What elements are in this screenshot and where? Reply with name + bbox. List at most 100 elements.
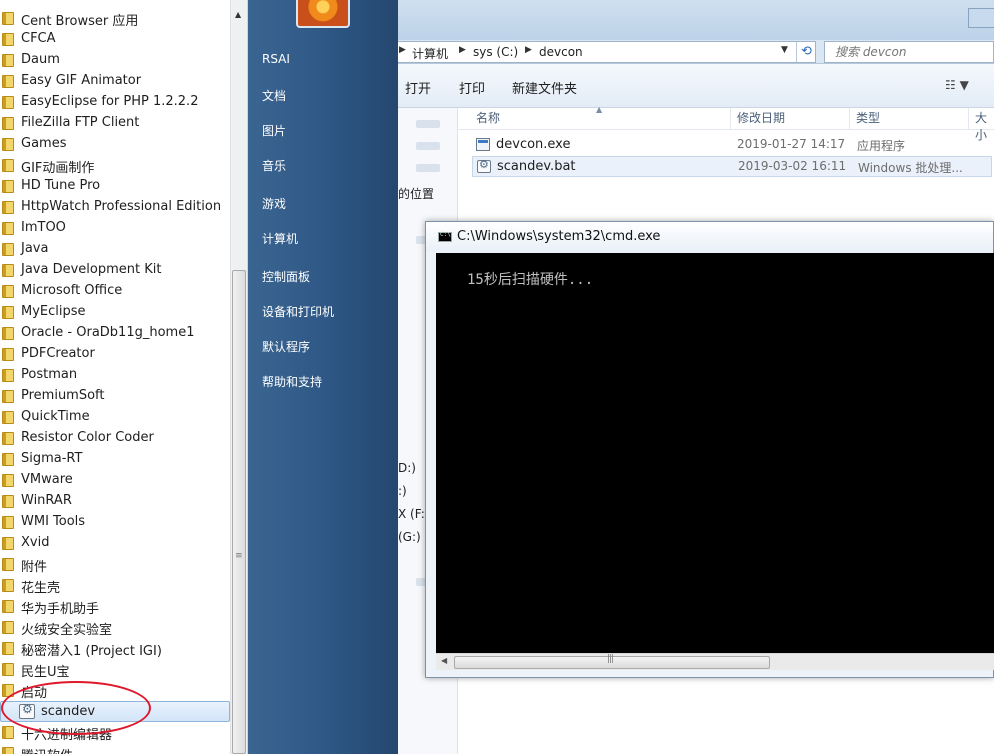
right-pane-documents[interactable]: 文档 [262,87,286,104]
column-type[interactable]: 类型 [856,109,880,126]
program-folder[interactable]: 腾讯软件 [0,743,230,754]
right-pane-default-programs[interactable]: 默认程序 [262,338,310,355]
column-date-modified[interactable]: 修改日期 [737,109,785,126]
nav-item-blurred[interactable] [416,142,440,150]
breadcrumb-separator-icon: ▶ [459,45,466,55]
program-folder[interactable]: Daum [0,50,230,71]
program-folder[interactable]: WMI Tools [0,512,230,533]
program-folder[interactable]: Microsoft Office [0,281,230,302]
address-bar[interactable]: ▶ 计算机 ▶ sys (C:) ▶ devcon ▼ ⟲ [392,41,816,63]
program-folder[interactable]: 火绒安全实验室 [0,617,230,638]
address-history-dropdown-icon[interactable]: ▼ [781,45,788,55]
new-folder-button[interactable]: 新建文件夹 [512,78,577,97]
breadcrumb-computer[interactable]: 计算机 [412,45,448,62]
minimize-button[interactable] [968,8,994,28]
nav-item-drive-e[interactable]: :) [398,484,407,498]
program-folder[interactable]: HD Tune Pro [0,176,230,197]
cmd-titlebar[interactable]: C:\Windows\system32\cmd.exe [426,222,993,252]
sort-ascending-icon: ▲ [596,105,603,114]
program-label: Xvid [21,535,50,550]
right-pane-user[interactable]: RSAI [262,52,290,66]
program-folder[interactable]: Xvid [0,533,230,554]
scrollbar-thumb[interactable]: ≡ [232,270,246,754]
program-folder[interactable]: MyEclipse [0,302,230,323]
program-folder[interactable]: Easy GIF Animator [0,71,230,92]
breadcrumb-drive[interactable]: sys (C:) [473,45,518,59]
print-button[interactable]: 打印 [459,78,485,97]
program-folder[interactable]: 花生壳 [0,575,230,596]
open-button[interactable]: 打开 [405,78,431,97]
column-divider[interactable] [968,108,969,130]
program-folder[interactable]: 华为手机助手 [0,596,230,617]
refresh-icon[interactable]: ⟲ [796,42,816,62]
column-divider[interactable] [730,108,731,130]
program-folder[interactable]: Games [0,134,230,155]
program-label: 华为手机助手 [21,602,100,617]
search-box[interactable] [824,41,994,63]
column-name[interactable]: 名称 [476,109,500,126]
program-label: VMware [21,472,73,487]
folder-icon [2,306,14,319]
right-pane-pictures[interactable]: 图片 [262,122,286,139]
program-label: Resistor Color Coder [21,430,154,445]
nav-item-blurred[interactable] [416,120,440,128]
program-folder[interactable]: FileZilla FTP Client [0,113,230,134]
program-folder[interactable]: HttpWatch Professional Edition [0,197,230,218]
program-folder[interactable]: Cent Browser 应用 [0,8,230,29]
right-pane-help-support[interactable]: 帮助和支持 [262,373,322,390]
program-folder[interactable]: ImTOO [0,218,230,239]
program-folder[interactable]: 秘密潜入1 (Project IGI) [0,638,230,659]
program-folder[interactable]: QuickTime [0,407,230,428]
right-pane-control-panel[interactable]: 控制面板 [262,268,310,285]
user-picture[interactable] [296,0,350,28]
scroll-left-icon[interactable]: ◀ [441,656,447,665]
program-folder[interactable]: PDFCreator [0,344,230,365]
program-folder[interactable]: Resistor Color Coder [0,428,230,449]
console-output-area[interactable]: 15秒后扫描硬件... [436,253,994,653]
file-row-devcon[interactable]: devcon.exe 2019-01-27 14:17 应用程序 [472,135,992,156]
nav-item-blurred[interactable] [416,164,440,172]
program-folder[interactable]: Oracle - OraDb11g_home1 [0,323,230,344]
scrollbar-thumb[interactable]: ||| [454,654,770,669]
folder-icon [2,243,14,256]
file-date: 2019-01-27 14:17 [737,137,846,151]
right-pane-games[interactable]: 游戏 [262,195,286,212]
program-label: Java [21,241,49,256]
program-folder[interactable]: Postman [0,365,230,386]
breadcrumb-folder[interactable]: devcon [539,45,583,59]
programs-scrollbar[interactable]: ▲ ≡ [230,0,247,754]
scroll-up-icon[interactable]: ▲ [235,10,241,19]
batch-file-icon [477,158,491,173]
program-folder[interactable]: Sigma-RT [0,449,230,470]
program-folder[interactable]: 十六进制编辑器 [0,722,230,743]
batch-file-icon [19,702,35,719]
program-folder[interactable]: 民生U宝 [0,659,230,680]
program-folder[interactable]: GIF动画制作 [0,155,230,176]
program-folder[interactable]: PremiumSoft [0,386,230,407]
program-folder[interactable]: VMware [0,470,230,491]
file-row-scandev[interactable]: scandev.bat 2019-03-02 16:11 Windows 批处理… [472,156,992,177]
program-folder[interactable]: Java Development Kit [0,260,230,281]
nav-item-drive-d[interactable]: D:) [398,461,416,475]
program-folder[interactable]: 启动 [0,680,230,701]
program-folder[interactable]: CFCA [0,29,230,50]
program-folder[interactable]: 附件 [0,554,230,575]
program-item-selected[interactable]: scandev [0,701,230,722]
program-folder[interactable]: Java [0,239,230,260]
nav-item-recent-places[interactable]: 的位置 [398,185,434,202]
folder-icon [2,390,14,403]
program-label: EasyEclipse for PHP 1.2.2.2 [21,94,199,109]
column-divider[interactable] [849,108,850,130]
right-pane-music[interactable]: 音乐 [262,157,286,174]
right-pane-computer[interactable]: 计算机 [262,230,298,247]
program-folder[interactable]: WinRAR [0,491,230,512]
horizontal-scrollbar[interactable]: ◀ ||| [436,653,994,670]
nav-item-drive-g[interactable]: (G:) [398,530,421,544]
search-input[interactable] [825,42,975,62]
folder-icon [2,558,14,571]
change-view-icon[interactable]: ☷ ▼ [945,78,969,92]
program-folder[interactable]: EasyEclipse for PHP 1.2.2.2 [0,92,230,113]
right-pane-devices-printers[interactable]: 设备和打印机 [262,303,334,320]
cmd-window[interactable]: C:\Windows\system32\cmd.exe 15秒后扫描硬件... … [425,221,994,678]
folder-icon [2,201,14,214]
